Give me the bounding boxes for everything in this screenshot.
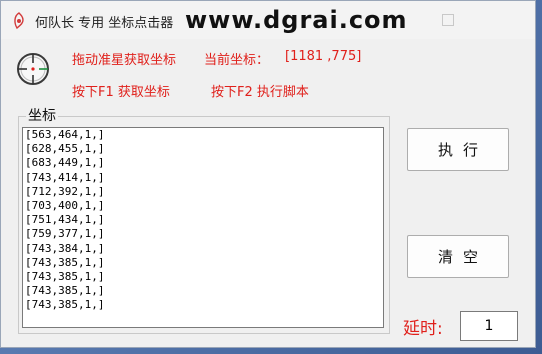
current-coord-label: 当前坐标： — [204, 53, 270, 68]
list-item: [751,434,1,] — [25, 213, 105, 227]
list-item: [712,392,1,] — [25, 184, 105, 198]
list-item: [563,464,1,] — [25, 128, 105, 141]
window-title: 何队长 专用 坐标点击器 — [35, 16, 174, 31]
app-window: 何队长 专用 坐标点击器 www.dgrai.com 拖动准星获取坐标 当前坐标… — [0, 0, 536, 348]
delay-input[interactable]: 1 — [460, 311, 518, 341]
app-logo-icon — [14, 12, 24, 30]
list-item: [743,385,1,] — [25, 270, 105, 284]
maximize-button[interactable] — [442, 14, 454, 26]
f1-hint-label: 按下F1 获取坐标 — [72, 85, 170, 100]
list-item: [743,385,1,] — [25, 284, 105, 298]
clear-button[interactable]: 清空 — [407, 235, 509, 278]
list-item: [703,400,1,] — [25, 199, 105, 213]
current-coord-value: [1181 ,775] — [285, 49, 362, 64]
list-item: [743,384,1,] — [25, 241, 105, 255]
execute-button[interactable]: 执行 — [407, 128, 509, 171]
list-item: [743,385,1,] — [25, 298, 105, 312]
drag-hint-label: 拖动准星获取坐标 — [72, 53, 177, 68]
list-item: [759,377,1,] — [25, 227, 105, 241]
watermark-text: www.dgrai.com — [185, 6, 408, 34]
list-item: [683,449,1,] — [25, 156, 105, 170]
delay-label: 延时: — [403, 319, 443, 339]
crosshair-target-icon[interactable] — [15, 51, 51, 87]
title-bar[interactable]: 何队长 专用 坐标点击器 www.dgrai.com — [1, 1, 535, 39]
coords-group-label: 坐标 — [26, 105, 58, 125]
list-item: [743,414,1,] — [25, 170, 105, 184]
f2-hint-label: 按下F2 执行脚本 — [211, 85, 309, 100]
list-item: [628,455,1,] — [25, 142, 105, 156]
coords-list[interactable]: [563,464,1,] [628,455,1,] [683,449,1,] [… — [22, 127, 384, 328]
list-item: [743,385,1,] — [25, 255, 105, 269]
